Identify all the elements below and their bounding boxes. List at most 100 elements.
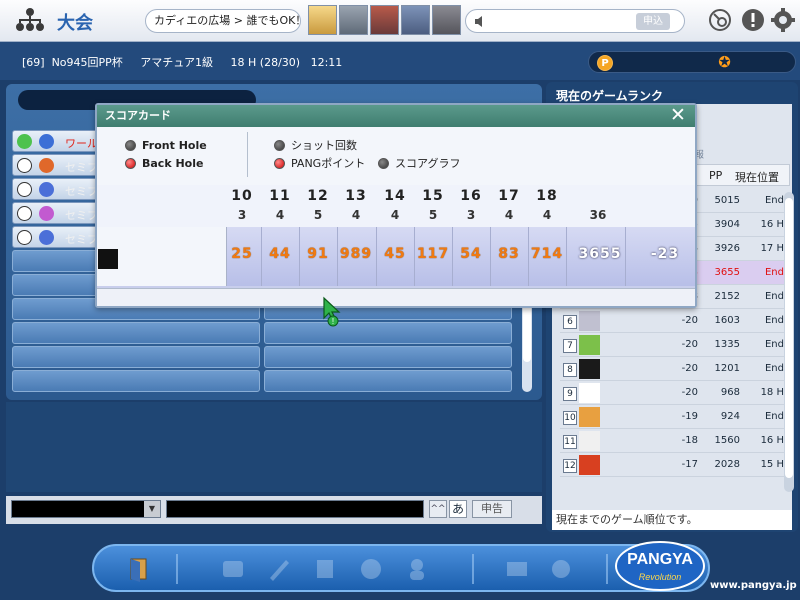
column-divider xyxy=(261,227,262,286)
hole-par: 4 xyxy=(390,208,400,222)
mouse-cursor-icon: ! xyxy=(323,296,341,327)
gear-icon[interactable] xyxy=(771,8,795,32)
avatar[interactable] xyxy=(339,5,368,35)
close-icon[interactable]: ✕ xyxy=(669,105,687,127)
rank-score: -18 xyxy=(681,435,698,446)
character-icon[interactable] xyxy=(404,556,430,582)
club-icon[interactable] xyxy=(266,556,292,582)
mail-icon[interactable] xyxy=(504,556,530,582)
hole-score: 44 xyxy=(269,246,291,262)
apply-button[interactable]: 申込 xyxy=(636,13,670,30)
player-avatar xyxy=(579,359,600,379)
scorecard-title: スコアカード xyxy=(97,105,695,127)
player-slot[interactable] xyxy=(264,370,512,392)
rank-row[interactable]: 12 -17 2028 15 H xyxy=(560,453,788,477)
rank-score: -20 xyxy=(681,387,698,398)
radio-front-hole[interactable]: Front Hole xyxy=(125,138,207,154)
avatar[interactable] xyxy=(308,5,337,35)
chat-target-select[interactable]: ▼ xyxy=(11,500,161,518)
player-avatar xyxy=(579,311,600,331)
avatar[interactable] xyxy=(432,5,461,35)
column-divider xyxy=(528,227,529,286)
status-icon xyxy=(17,158,32,173)
emote-button[interactable]: ^^ xyxy=(429,500,447,518)
radio-dot-icon xyxy=(274,139,285,151)
rank-pp: 924 xyxy=(720,411,740,422)
exclamation-icon[interactable] xyxy=(741,8,765,32)
svg-text:Revolution: Revolution xyxy=(639,572,682,582)
scroll-thumb[interactable] xyxy=(785,198,793,478)
rank-row[interactable]: 6 -20 1603 End xyxy=(560,309,788,333)
player-slot[interactable] xyxy=(12,370,260,392)
player-slot[interactable] xyxy=(264,346,512,368)
message-bar[interactable]: 申込 xyxy=(465,9,685,33)
player-emblem xyxy=(98,249,118,269)
player-avatar xyxy=(579,455,600,475)
settings-icon[interactable] xyxy=(548,556,574,582)
room-info-bar: [69] No945回PP杯 アマチュア1級 18 H (28/30) 12:1… xyxy=(0,42,800,80)
rank-number: 10 xyxy=(563,411,577,425)
radio-dot-icon xyxy=(125,139,136,151)
hole-par: 3 xyxy=(466,208,476,222)
avatar-strip xyxy=(308,5,461,35)
player-slot[interactable] xyxy=(264,322,512,344)
dock-separator xyxy=(472,554,474,584)
rank-position: End xyxy=(764,267,784,278)
key-icon[interactable] xyxy=(708,8,732,32)
scorecard-table: 10 3 11 4 12 5 13 4 14 4 15 5 16 3 17 4 18 4 36 25 44 91 989 4… xyxy=(97,185,695,288)
radio-shot-count[interactable]: ショット回数 xyxy=(274,138,357,154)
exit-door-icon[interactable] xyxy=(126,556,152,582)
rank-position: 17 H xyxy=(760,243,784,254)
score-total: 3655 xyxy=(578,246,622,262)
radio-score-graph[interactable]: スコアグラフ xyxy=(378,156,460,172)
rank-score: -20 xyxy=(681,363,698,374)
hole-number: 12 xyxy=(307,188,329,204)
ime-toggle-button[interactable]: あ xyxy=(449,500,467,518)
player-name: セミプ xyxy=(65,185,98,198)
radio-pang-points[interactable]: PANGポイント xyxy=(274,156,365,172)
chat-input[interactable] xyxy=(166,500,424,518)
lobby-network-icon[interactable] xyxy=(14,6,46,34)
rank-row[interactable]: 10 -19 924 End xyxy=(560,405,788,429)
status-icon xyxy=(17,206,32,221)
rank-pp: 5015 xyxy=(714,195,740,206)
scorecard-header: 10 3 11 4 12 5 13 4 14 4 15 5 16 3 17 4 18 4 36 xyxy=(97,185,695,227)
rank-pp: 968 xyxy=(720,387,740,398)
channel-breadcrumb[interactable]: カディエの広場 > 誰でもOK！2 xyxy=(145,9,301,33)
rank-panel-title: 現在のゲームランク xyxy=(556,89,664,103)
hole-par: 4 xyxy=(504,208,514,222)
hole-score: 117 xyxy=(416,246,450,262)
hole-par: 4 xyxy=(542,208,552,222)
column-divider xyxy=(414,227,415,286)
site-url[interactable]: www.pangya.jp xyxy=(710,580,797,591)
rank-list-scrollbar[interactable] xyxy=(784,192,794,492)
status-icon xyxy=(17,230,32,245)
radio-back-hole[interactable]: Back Hole xyxy=(125,156,203,172)
chat-log[interactable] xyxy=(6,402,542,492)
room-info-text: [69] No945回PP杯 アマチュア1級 18 H (28/30) 12:1… xyxy=(22,56,343,69)
rank-row[interactable]: 8 -20 1201 End xyxy=(560,357,788,381)
shop-icon[interactable] xyxy=(220,556,246,582)
player-avatar xyxy=(579,383,600,403)
top-bar: 大会 カディエの広場 > 誰でもOK！2 申込 xyxy=(0,0,800,42)
chevron-down-icon[interactable]: ▼ xyxy=(144,501,160,517)
scorecard-player-cell xyxy=(97,227,227,286)
hole-par: 3 xyxy=(237,208,247,222)
player-slot[interactable] xyxy=(12,322,260,344)
avatar[interactable] xyxy=(401,5,430,35)
radio-dot-icon xyxy=(125,157,136,169)
game-pad-icon[interactable] xyxy=(358,556,384,582)
avatar[interactable] xyxy=(370,5,399,35)
cookie-star-icon: ✪ xyxy=(718,53,731,71)
report-button[interactable]: 申告 xyxy=(472,500,512,518)
hole-number: 17 xyxy=(498,188,520,204)
rank-pp: 2028 xyxy=(714,459,740,470)
rank-row[interactable]: 7 -20 1335 End xyxy=(560,333,788,357)
rank-row[interactable]: 11 -18 1560 16 H xyxy=(560,429,788,453)
hole-par: 5 xyxy=(428,208,438,222)
rank-row[interactable]: 9 -20 968 18 H xyxy=(560,381,788,405)
player-slot[interactable] xyxy=(12,346,260,368)
item-icon[interactable] xyxy=(312,556,338,582)
rank-badge-icon xyxy=(39,134,54,149)
column-pp: PP xyxy=(709,169,723,182)
